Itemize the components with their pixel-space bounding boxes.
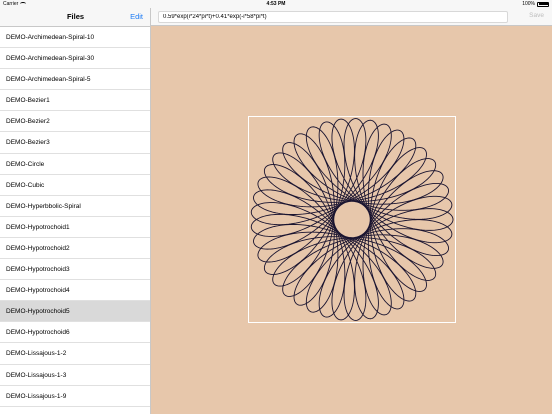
file-list-item[interactable]: DEMO-Lissajous-1-3 xyxy=(0,365,150,386)
file-list-item[interactable]: DEMO-Hypotrochoid2 xyxy=(0,238,150,260)
plot-frame xyxy=(248,116,456,323)
sidebar-nav-bar: Files Edit xyxy=(0,8,150,27)
battery-indicator: 100% xyxy=(522,1,549,7)
files-sidebar: Files Edit DEMO-Archimedean-Spiral-10 DEM… xyxy=(0,8,151,414)
sidebar-title: Files xyxy=(66,12,85,21)
file-list-item[interactable]: DEMO-Lissajous-1-2 xyxy=(0,343,150,365)
curve-plot xyxy=(250,118,454,321)
formula-toolbar: Save xyxy=(151,8,552,26)
file-list-item[interactable]: DEMO-Hypotrochoid1 xyxy=(0,217,150,238)
status-bar: Carrier 4:53 PM 100% xyxy=(0,0,552,8)
status-time: 4:53 PM xyxy=(266,1,286,7)
file-list-item[interactable]: DEMO-Hypotrochoid6 xyxy=(0,322,150,344)
file-list-item[interactable]: DEMO-Cubic xyxy=(0,175,150,196)
file-list-item[interactable]: DEMO-Hypotrochoid4 xyxy=(0,280,150,302)
file-list-item[interactable]: DEMO-Lissajous-2-3 xyxy=(0,407,150,414)
file-list-item[interactable]: DEMO-Hyperbbolic-Spiral xyxy=(0,196,150,217)
file-list-item[interactable]: DEMO-Bezier1 xyxy=(0,90,150,112)
battery-icon xyxy=(537,1,549,7)
hypotrochoid-curve xyxy=(250,118,454,321)
formula-input[interactable] xyxy=(158,11,508,23)
main-panel: Save xyxy=(151,8,552,414)
file-list-item[interactable]: DEMO-Lissajous-1-9 xyxy=(0,386,150,407)
file-list-item[interactable]: DEMO-Bezier2 xyxy=(0,111,150,133)
file-list-item[interactable]: DEMO-Hypotrochoid5 xyxy=(0,301,150,323)
edit-button[interactable]: Edit xyxy=(130,12,143,21)
plot-canvas xyxy=(151,26,552,414)
file-list-item[interactable]: DEMO-Archimedean-Spiral-30 xyxy=(0,48,150,70)
file-list-item[interactable]: DEMO-Archimedean-Spiral-10 xyxy=(0,27,150,49)
file-list: DEMO-Archimedean-Spiral-10 DEMO-Archimede… xyxy=(0,27,150,414)
file-list-item[interactable]: DEMO-Hypotrochoid3 xyxy=(0,259,150,281)
file-list-item[interactable]: DEMO-Archimedean-Spiral-5 xyxy=(0,69,150,91)
file-list-item[interactable]: DEMO-Circle xyxy=(0,154,150,175)
file-list-item[interactable]: DEMO-Bezier3 xyxy=(0,132,150,154)
save-button[interactable]: Save xyxy=(529,12,544,19)
battery-percent: 100% xyxy=(522,1,535,7)
